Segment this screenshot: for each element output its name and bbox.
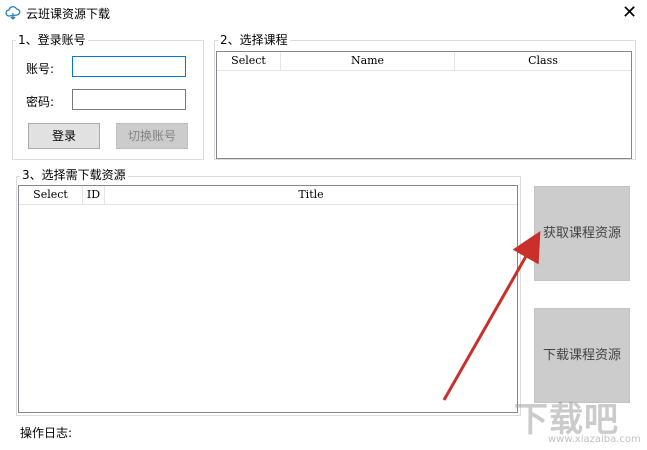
close-icon: ✕ bbox=[621, 2, 638, 23]
resources-group-label: 3、选择需下载资源 bbox=[20, 168, 128, 182]
column-header-id[interactable]: ID bbox=[83, 186, 105, 204]
login-button[interactable]: 登录 bbox=[28, 123, 100, 149]
course-group-label: 2、选择课程 bbox=[218, 33, 290, 47]
resource-list-header: Select ID Title bbox=[19, 186, 517, 205]
account-label: 账号: bbox=[26, 62, 55, 76]
cloud-app-icon bbox=[5, 6, 21, 20]
title-bar: 云班课资源下载 ✕ bbox=[0, 0, 647, 26]
password-label: 密码: bbox=[26, 95, 55, 109]
window-title: 云班课资源下载 bbox=[26, 7, 111, 21]
column-header-select[interactable]: Select bbox=[19, 186, 83, 204]
column-header-class[interactable]: Class bbox=[455, 52, 631, 70]
resource-list[interactable]: Select ID Title bbox=[18, 185, 518, 413]
course-list-header: Select Name Class bbox=[217, 52, 631, 71]
fetch-resources-label: 获取课程资源 bbox=[542, 226, 621, 241]
switch-account-button[interactable]: 切换账号 bbox=[116, 123, 188, 149]
column-header-name[interactable]: Name bbox=[281, 52, 455, 70]
download-resources-button[interactable]: 下载课程资源 bbox=[534, 308, 630, 403]
account-input[interactable] bbox=[72, 56, 186, 77]
course-list[interactable]: Select Name Class bbox=[216, 51, 632, 159]
download-resources-label: 下载课程资源 bbox=[542, 348, 621, 363]
operation-log-label: 操作日志: bbox=[20, 426, 73, 440]
fetch-resources-button[interactable]: 获取课程资源 bbox=[534, 186, 630, 281]
watermark-url: www.xiazaiba.com bbox=[548, 434, 641, 445]
close-button[interactable]: ✕ bbox=[612, 0, 647, 26]
column-header-select[interactable]: Select bbox=[217, 52, 281, 70]
login-group-label: 1、登录账号 bbox=[16, 33, 88, 47]
password-input[interactable] bbox=[72, 89, 186, 110]
column-header-title[interactable]: Title bbox=[105, 186, 517, 204]
